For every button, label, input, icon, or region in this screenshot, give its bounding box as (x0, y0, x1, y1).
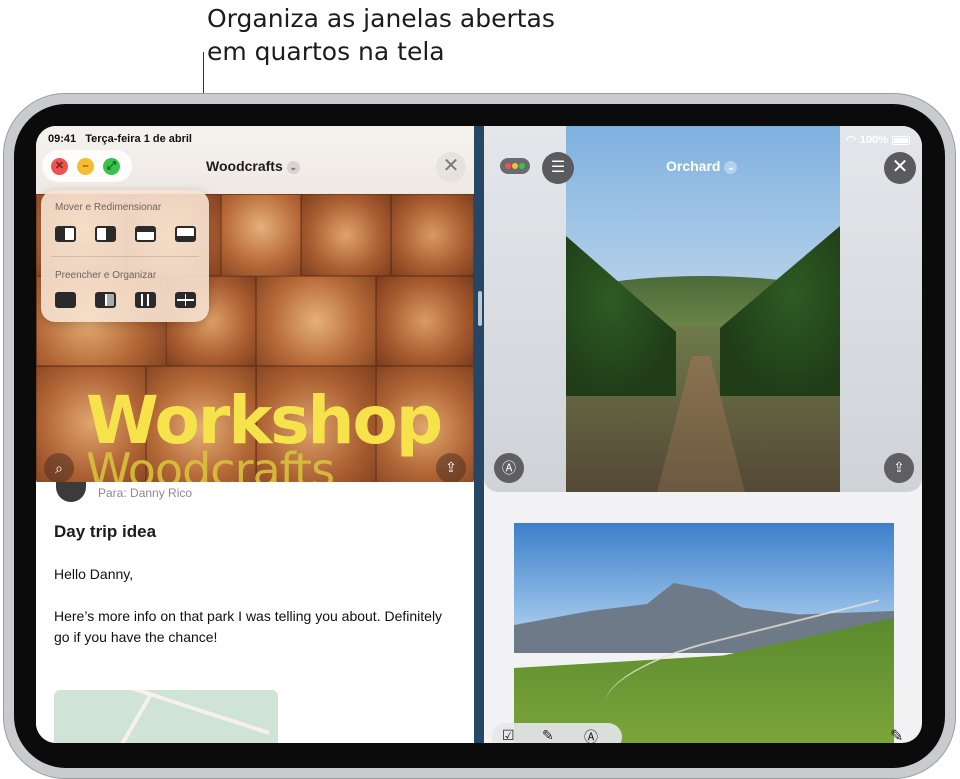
ipad-screen: Workshop Woodcrafts 09:41 Terça-feira 1 … (36, 126, 922, 743)
arrange-icon: ⤢ (107, 160, 116, 172)
share-icon: ⇪ (445, 459, 457, 475)
split-view-divider[interactable] (478, 291, 482, 326)
mail-body-text: Here’s more info on that park I was tell… (54, 608, 443, 645)
arrange-quarters-icon[interactable] (175, 292, 196, 308)
markup-icon[interactable]: Ⓐ (584, 727, 598, 743)
right-window-title-text: Orchard (666, 158, 721, 174)
recipient-line[interactable]: Para: Danny Rico (98, 486, 192, 500)
search-button[interactable]: ⌕ (44, 453, 74, 483)
callout-line-1: Organiza as janelas abertas (207, 4, 555, 33)
search-icon: ⌕ (55, 460, 63, 476)
wifi-icon: ◠ (846, 134, 856, 146)
recipient-name: Danny Rico (130, 486, 193, 500)
share-icon: ⇪ (893, 459, 905, 475)
arrange-window-button[interactable]: ⤢ (103, 158, 120, 175)
callout-line-2: em quartos na tela (207, 37, 445, 66)
status-time: 09:41 (48, 133, 77, 145)
share-button-left[interactable]: ⇪ (436, 453, 466, 483)
chevron-down-icon: ⌄ (286, 160, 300, 174)
mail-subject: Day trip idea (54, 522, 157, 541)
status-date: Terça-feira 1 de abril (85, 133, 192, 145)
mail-greeting: Hello Danny, (54, 566, 134, 582)
markup-icon: Ⓐ (502, 460, 516, 476)
arrange-halves-icon[interactable] (95, 292, 116, 308)
minimize-icon: – (82, 160, 89, 172)
tile-top-half-icon[interactable] (135, 226, 156, 242)
orchard-photo[interactable] (566, 126, 840, 492)
list-icon: ☰ (550, 159, 566, 176)
window-controls: ✕ – ⤢ (42, 150, 132, 182)
chevron-down-icon: ⌄ (724, 160, 738, 174)
list-button[interactable]: ☰ (542, 152, 574, 184)
window-arrange-menu: Mover e Redimensionar Preencher e Organi… (41, 190, 209, 322)
tile-bottom-half-icon[interactable] (175, 226, 196, 242)
tile-right-half-icon[interactable] (95, 226, 116, 242)
photos-window[interactable]: ◠ 100% ☰ Orchard ⌄ ✕ Ⓐ ⇪ ☑ ✎ Ⓐ ✎ (484, 126, 922, 743)
recipient-prefix: Para: (98, 486, 127, 500)
compose-icon[interactable]: ✎ (890, 726, 903, 743)
menu-separator (51, 256, 199, 257)
share-button-right[interactable]: ⇪ (884, 453, 914, 483)
mountain-photo[interactable] (514, 523, 894, 743)
status-bar-right: ◠ 100% (846, 133, 910, 146)
map-thumbnail[interactable] (54, 690, 278, 743)
menu-section-fill-arrange: Preencher e Organizar (55, 270, 157, 281)
mail-message: Para: Danny Rico Day trip idea Hello Dan… (36, 482, 474, 743)
mail-window[interactable]: Workshop Woodcrafts 09:41 Terça-feira 1 … (36, 126, 474, 743)
close-button[interactable]: ✕ (436, 152, 466, 182)
pen-icon[interactable]: ✎ (542, 727, 554, 743)
right-window-top: ◠ 100% ☰ Orchard ⌄ ✕ Ⓐ ⇪ (484, 126, 922, 492)
left-window-toolbar: 09:41 Terça-feira 1 de abril ✕ – ⤢ Woodc… (36, 126, 474, 194)
callout-text: Organiza as janelas abertas em quartos n… (207, 2, 555, 68)
menu-section-move-resize: Mover e Redimensionar (55, 202, 162, 213)
close-icon: ✕ (54, 160, 65, 172)
checklist-icon[interactable]: ☑ (502, 727, 515, 743)
tile-left-half-icon[interactable] (55, 226, 76, 242)
right-window-title[interactable]: Orchard ⌄ (666, 158, 738, 174)
left-window-title[interactable]: Woodcrafts ⌄ (206, 158, 300, 174)
minimize-window-button[interactable]: – (77, 158, 94, 175)
arrange-thirds-icon[interactable] (135, 292, 156, 308)
window-controls-collapsed[interactable] (500, 158, 530, 174)
battery-icon (892, 135, 910, 145)
close-window-button[interactable]: ✕ (51, 158, 68, 175)
avatar (56, 482, 86, 502)
battery-percent: 100% (859, 134, 888, 146)
notes-toolbar: ☑ ✎ Ⓐ (492, 723, 622, 743)
fill-screen-icon[interactable] (55, 292, 76, 308)
markup-button[interactable]: Ⓐ (494, 453, 524, 483)
left-window-title-text: Woodcrafts (206, 158, 283, 174)
close-button-right[interactable]: ✕ (884, 152, 916, 184)
status-bar-left: 09:41 Terça-feira 1 de abril (48, 133, 198, 145)
